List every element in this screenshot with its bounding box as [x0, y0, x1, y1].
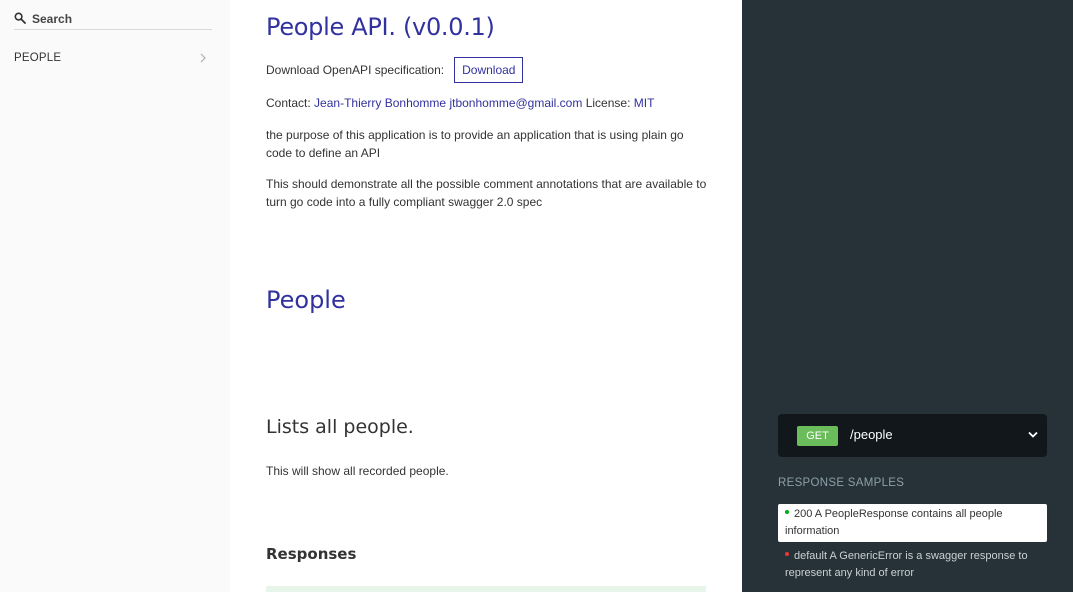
- endpoint-selector[interactable]: GET /people: [778, 414, 1047, 457]
- main-content: People API. (v0.0.1) Download OpenAPI sp…: [230, 0, 742, 592]
- sidebar-item-label: PEOPLE: [14, 52, 62, 64]
- license-prefix: License:: [585, 96, 631, 110]
- download-row: Download OpenAPI specification: Download: [266, 56, 524, 84]
- status-dot-icon: [785, 510, 789, 515]
- response-200-row[interactable]: [266, 586, 706, 592]
- right-panel: GET /people RESPONSE SAMPLES 200 A Peopl…: [742, 0, 1073, 592]
- search-icon: [14, 12, 26, 24]
- response-sample-tab-default[interactable]: default A GenericError is a swagger resp…: [778, 546, 1047, 584]
- section-title: People: [266, 286, 346, 314]
- status-dot-icon: [785, 552, 789, 557]
- search-box[interactable]: [14, 8, 212, 30]
- operation-description: This will show all recorded people.: [266, 464, 449, 478]
- description-paragraph: the purpose of this application is to pr…: [266, 128, 684, 160]
- chevron-down-icon: [1028, 431, 1038, 438]
- search-input[interactable]: [32, 10, 210, 28]
- sidebar-item-people[interactable]: PEOPLE: [0, 48, 230, 70]
- http-method-badge: GET: [797, 426, 838, 446]
- response-sample-label: 200 A PeopleResponse contains all people…: [785, 508, 1003, 537]
- contact-name-link[interactable]: Jean-Thierry Bonhomme: [314, 96, 446, 110]
- response-samples-label: RESPONSE SAMPLES: [778, 477, 905, 489]
- contact-prefix: Contact:: [266, 96, 311, 110]
- description-paragraph: This should demonstrate all the possible…: [266, 177, 707, 209]
- license-link[interactable]: MIT: [634, 96, 655, 110]
- operation-title: Lists all people.: [266, 416, 414, 438]
- contact-info: Contact: Jean-Thierry Bonhomme jtbonhomm…: [266, 96, 654, 110]
- download-button[interactable]: Download: [454, 57, 524, 83]
- endpoint-path: /people: [850, 427, 893, 442]
- download-label: Download OpenAPI specification:: [266, 63, 445, 77]
- response-sample-tab-200[interactable]: 200 A PeopleResponse contains all people…: [778, 504, 1047, 542]
- response-sample-label: default A GenericError is a swagger resp…: [785, 550, 1028, 579]
- sidebar: PEOPLE: [0, 0, 230, 592]
- page-title: People API. (v0.0.1): [266, 13, 495, 41]
- contact-email-link[interactable]: jtbonhomme@gmail.com: [449, 96, 582, 110]
- responses-title: Responses: [266, 545, 357, 563]
- chevron-right-icon: [200, 53, 206, 63]
